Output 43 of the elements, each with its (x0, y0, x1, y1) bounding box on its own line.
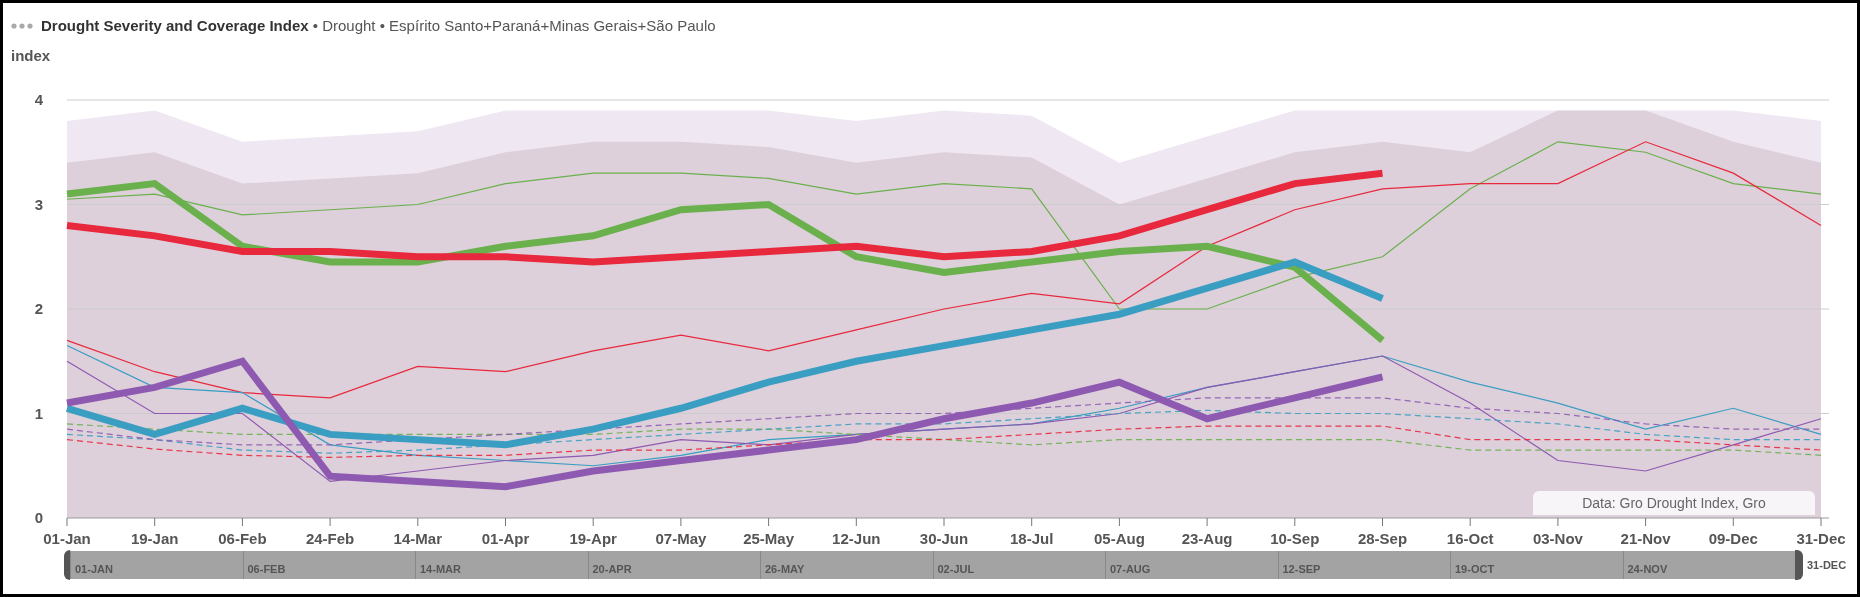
axis-tick-label: 31-Dec (1796, 530, 1846, 547)
navigator-label: 14-MAR (420, 561, 461, 577)
axis-tick-label: 01-Jan (43, 530, 91, 547)
axis-tick-label: 06-Feb (218, 530, 267, 547)
range-handle[interactable] (64, 550, 70, 580)
axis-tick-label: 3 (34, 195, 43, 213)
navigator-label: 24-NOV (1627, 561, 1668, 577)
axis-tick-label: 01-Apr (481, 530, 530, 547)
chart-title: Drought Severity and Coverage Index • Drought • Espírito Santo+Paraná+Minas Gerais+São Paulo (41, 15, 716, 36)
navigator-label: 07-AUG (1110, 561, 1151, 577)
navigator-label: 02-JUL (937, 561, 975, 577)
axis-tick-label: 21-Nov (1620, 530, 1671, 547)
axis-tick-label: 24-Feb (305, 530, 355, 547)
axis-tick-label: 23-Aug (1181, 530, 1233, 547)
axis-tick-label: 0 (34, 509, 43, 526)
credit-label: Data: Gro Drought Index, Gro (1533, 491, 1815, 515)
axis-tick-label: 1 (34, 404, 43, 422)
navigator-label: 19-OCT (1455, 561, 1495, 577)
axis-tick-label: 4 (34, 91, 43, 108)
navigator-label: 01-JAN (75, 561, 113, 577)
axis-title: index (11, 47, 51, 64)
axis-tick-label: 12-Jun (832, 530, 881, 547)
navigator-label: 06-FEB (247, 561, 286, 577)
axis-tick-label: 09-Dec (1708, 530, 1758, 547)
axis-tick-label: 03-Nov (1532, 530, 1583, 547)
axis-tick-label: 28-Sep (1357, 530, 1408, 547)
navigator-label: 31-DEC (1807, 557, 1847, 573)
axis-tick-label: 19-Apr (569, 530, 617, 547)
axis-tick-label: 2 (34, 300, 43, 317)
axis-tick-label: 16-Oct (1446, 530, 1494, 547)
axis-tick-label: 25-May (743, 530, 795, 547)
navigator-label: 20-APR (592, 561, 632, 577)
axis-tick-label: 07-May (655, 530, 707, 547)
axis-tick-label: 18-Jul (1010, 530, 1054, 547)
axis-tick-label: 19-Jan (130, 530, 179, 547)
axis-tick-label: 30-Jun (919, 530, 969, 547)
axis-tick-label: 10-Sep (1270, 530, 1320, 547)
axis-tick-label: 05-Aug (1094, 530, 1145, 547)
range-navigator[interactable]: 01-JAN 06-FEB 14-MAR 20-APR 26-MAY 02-JUL 07-AUG 12-SEP 19-OCT 24-NOV (70, 551, 1795, 579)
range-handle[interactable] (1795, 550, 1803, 580)
navigator-label: 26-MAY (765, 561, 805, 577)
axis-tick-label: 14-Mar (393, 530, 442, 547)
navigator-label: 12-SEP (1282, 561, 1321, 577)
